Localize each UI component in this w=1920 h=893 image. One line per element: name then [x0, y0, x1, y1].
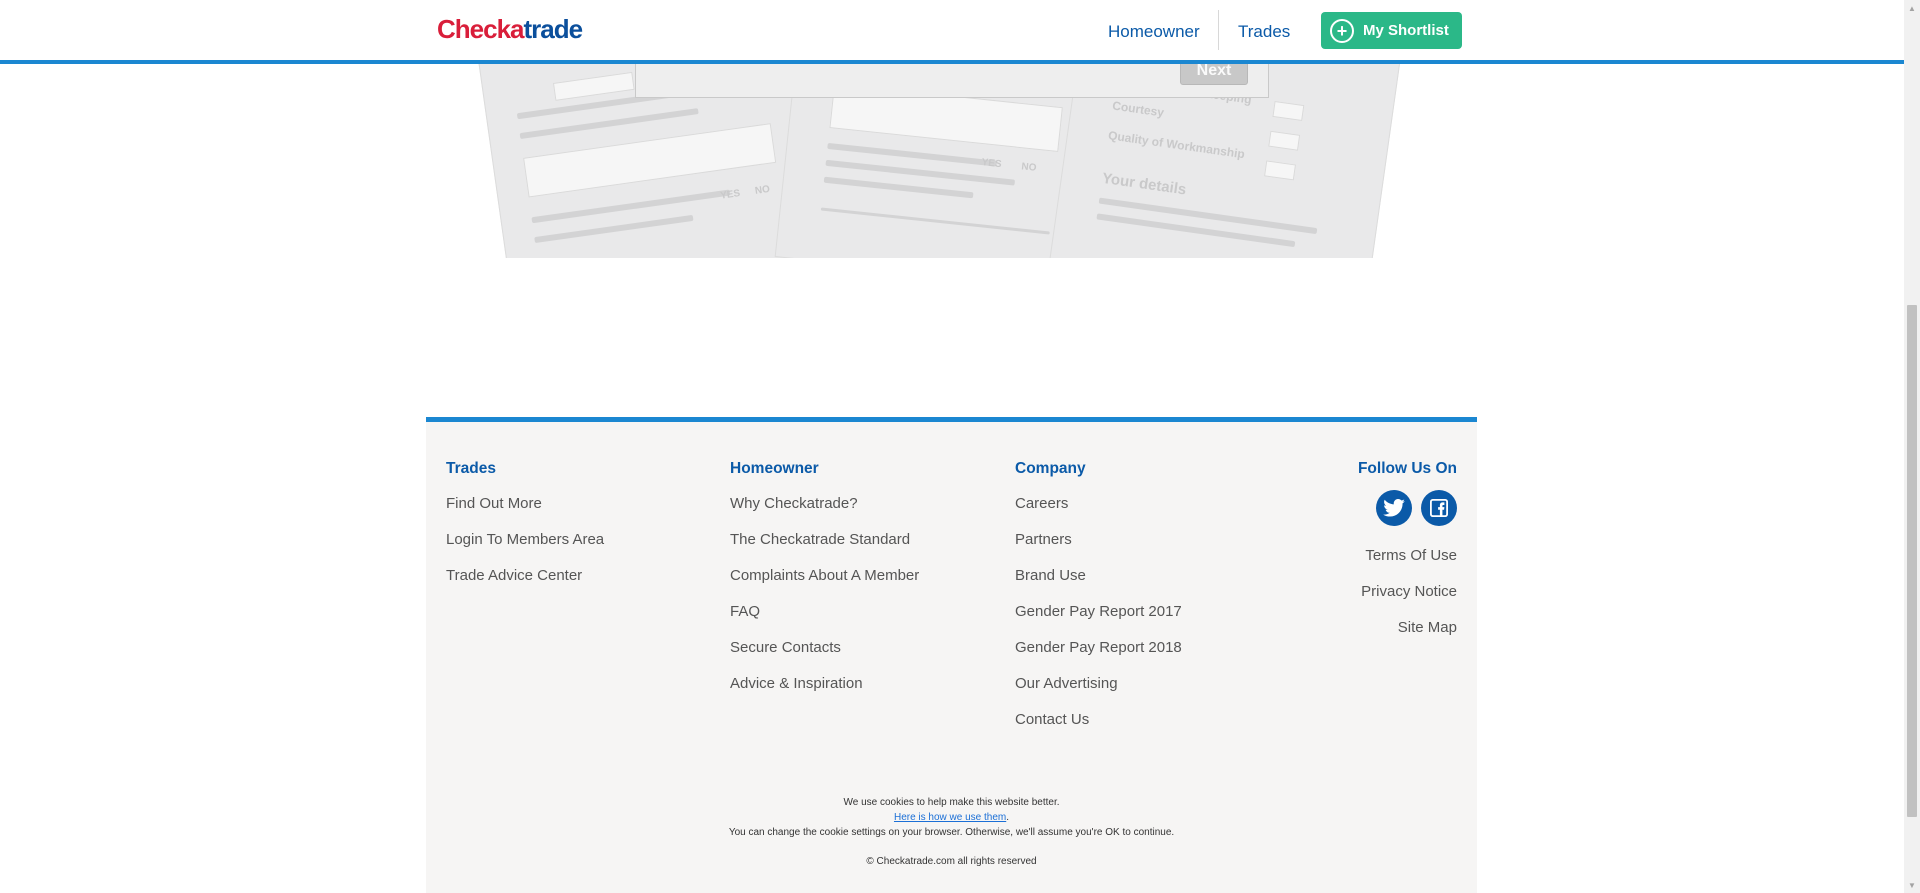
social-links — [1358, 490, 1457, 526]
no-label: NO — [1020, 161, 1037, 174]
footer-link-why-checkatrade[interactable]: Why Checkatrade? — [730, 493, 919, 529]
courtesy-label: Courtesy — [1111, 98, 1165, 120]
footer-column-follow: Follow Us On Terms Of Use Privacy Notice… — [1358, 460, 1457, 653]
nav-homeowner-link[interactable]: Homeowner — [1108, 12, 1200, 52]
my-shortlist-button[interactable]: + My Shortlist — [1321, 12, 1462, 49]
facebook-icon[interactable] — [1421, 490, 1457, 526]
plus-circle-icon: + — [1330, 18, 1354, 43]
footer-link-partners[interactable]: Partners — [1015, 529, 1182, 565]
footer-column-homeowner: Homeowner Why Checkatrade? The Checkatra… — [730, 460, 919, 709]
cookie-link-suffix: . — [1006, 812, 1010, 823]
footer-link-trade-advice[interactable]: Trade Advice Center — [446, 565, 604, 601]
footer-link-brand-use[interactable]: Brand Use — [1015, 565, 1182, 601]
form-line — [531, 189, 731, 224]
form-line — [820, 207, 1050, 235]
footer-link-faq[interactable]: FAQ — [730, 601, 919, 637]
scroll-up-arrow-icon[interactable]: ▲ — [1904, 0, 1920, 16]
cookie-policy-link[interactable]: Here is how we use them — [894, 812, 1006, 823]
cookie-line-2: Here is how we use them. — [426, 810, 1477, 825]
form-line — [1096, 213, 1296, 248]
cookie-line-3: You can change the cookie settings on yo… — [728, 827, 1175, 838]
footer-link-secure-contacts[interactable]: Secure Contacts — [730, 637, 919, 673]
scrollbar-thumb[interactable] — [1907, 305, 1917, 817]
footer-link-login-members[interactable]: Login To Members Area — [446, 529, 604, 565]
form-checkbox — [1268, 130, 1301, 151]
page-scrollbar[interactable]: ▲ ▼ — [1904, 0, 1920, 893]
form-checkbox — [1264, 160, 1296, 181]
no-label: NO — [754, 183, 771, 197]
your-details-label: Your details — [1101, 169, 1188, 199]
form-textbox — [552, 71, 635, 101]
footer-column-company: Company Careers Partners Brand Use Gende… — [1015, 460, 1182, 745]
form-line — [823, 176, 974, 199]
yes-label: YES — [719, 188, 741, 202]
footer-heading-trades: Trades — [446, 460, 496, 477]
footer-heading-follow: Follow Us On — [1357, 460, 1457, 477]
logo-part-3: a — [510, 14, 525, 44]
footer-link-advice-inspiration[interactable]: Advice & Inspiration — [730, 673, 919, 709]
footer-link-terms-of-use[interactable]: Terms Of Use — [1358, 545, 1457, 581]
copyright-text: © Checkatrade.com all rights reserved — [866, 856, 1037, 867]
workmanship-label: Quality of Workmanship — [1107, 128, 1246, 162]
nav-divider — [1218, 10, 1219, 50]
footer-link-privacy-notice[interactable]: Privacy Notice — [1358, 581, 1457, 617]
checkatrade-logo[interactable]: Checkatrade — [437, 14, 584, 45]
nav-trades-link[interactable]: Trades — [1238, 12, 1290, 52]
page: Checkatrade Homeowner Trades + My Shortl… — [0, 0, 1920, 893]
form-textbox — [523, 123, 777, 198]
footer-link-site-map[interactable]: Site Map — [1358, 617, 1457, 653]
footer-link-gender-pay-2017[interactable]: Gender Pay Report 2017 — [1015, 601, 1182, 637]
yes-label: YES — [981, 157, 1003, 171]
footer-link-checkatrade-standard[interactable]: The Checkatrade Standard — [730, 529, 919, 565]
footer-link-complaints[interactable]: Complaints About A Member — [730, 565, 919, 601]
footer-heading-company: Company — [1015, 460, 1086, 477]
logo-part-2: k — [496, 14, 512, 44]
twitter-icon[interactable] — [1376, 490, 1412, 526]
logo-part-4: trade — [523, 14, 584, 44]
my-shortlist-label: My Shortlist — [1363, 22, 1449, 39]
cookie-notice: We use cookies to help make this website… — [426, 795, 1477, 840]
logo-part-1: Chec — [437, 14, 498, 44]
footer-heading-homeowner: Homeowner — [730, 460, 819, 477]
site-footer: Trades Find Out More Login To Members Ar… — [426, 417, 1477, 893]
footer-column-trades: Trades Find Out More Login To Members Ar… — [446, 460, 604, 601]
footer-link-careers[interactable]: Careers — [1015, 493, 1182, 529]
cookie-line-1: We use cookies to help make this website… — [843, 797, 1060, 808]
scroll-down-arrow-icon[interactable]: ▼ — [1904, 877, 1920, 893]
site-header: Checkatrade Homeowner Trades + My Shortl… — [0, 0, 1904, 64]
footer-link-find-out-more[interactable]: Find Out More — [446, 493, 604, 529]
footer-link-contact-us[interactable]: Contact Us — [1015, 709, 1182, 745]
form-checkbox — [1272, 100, 1305, 122]
footer-link-gender-pay-2018[interactable]: Gender Pay Report 2018 — [1015, 637, 1182, 673]
footer-link-our-advertising[interactable]: Our Advertising — [1015, 673, 1182, 709]
